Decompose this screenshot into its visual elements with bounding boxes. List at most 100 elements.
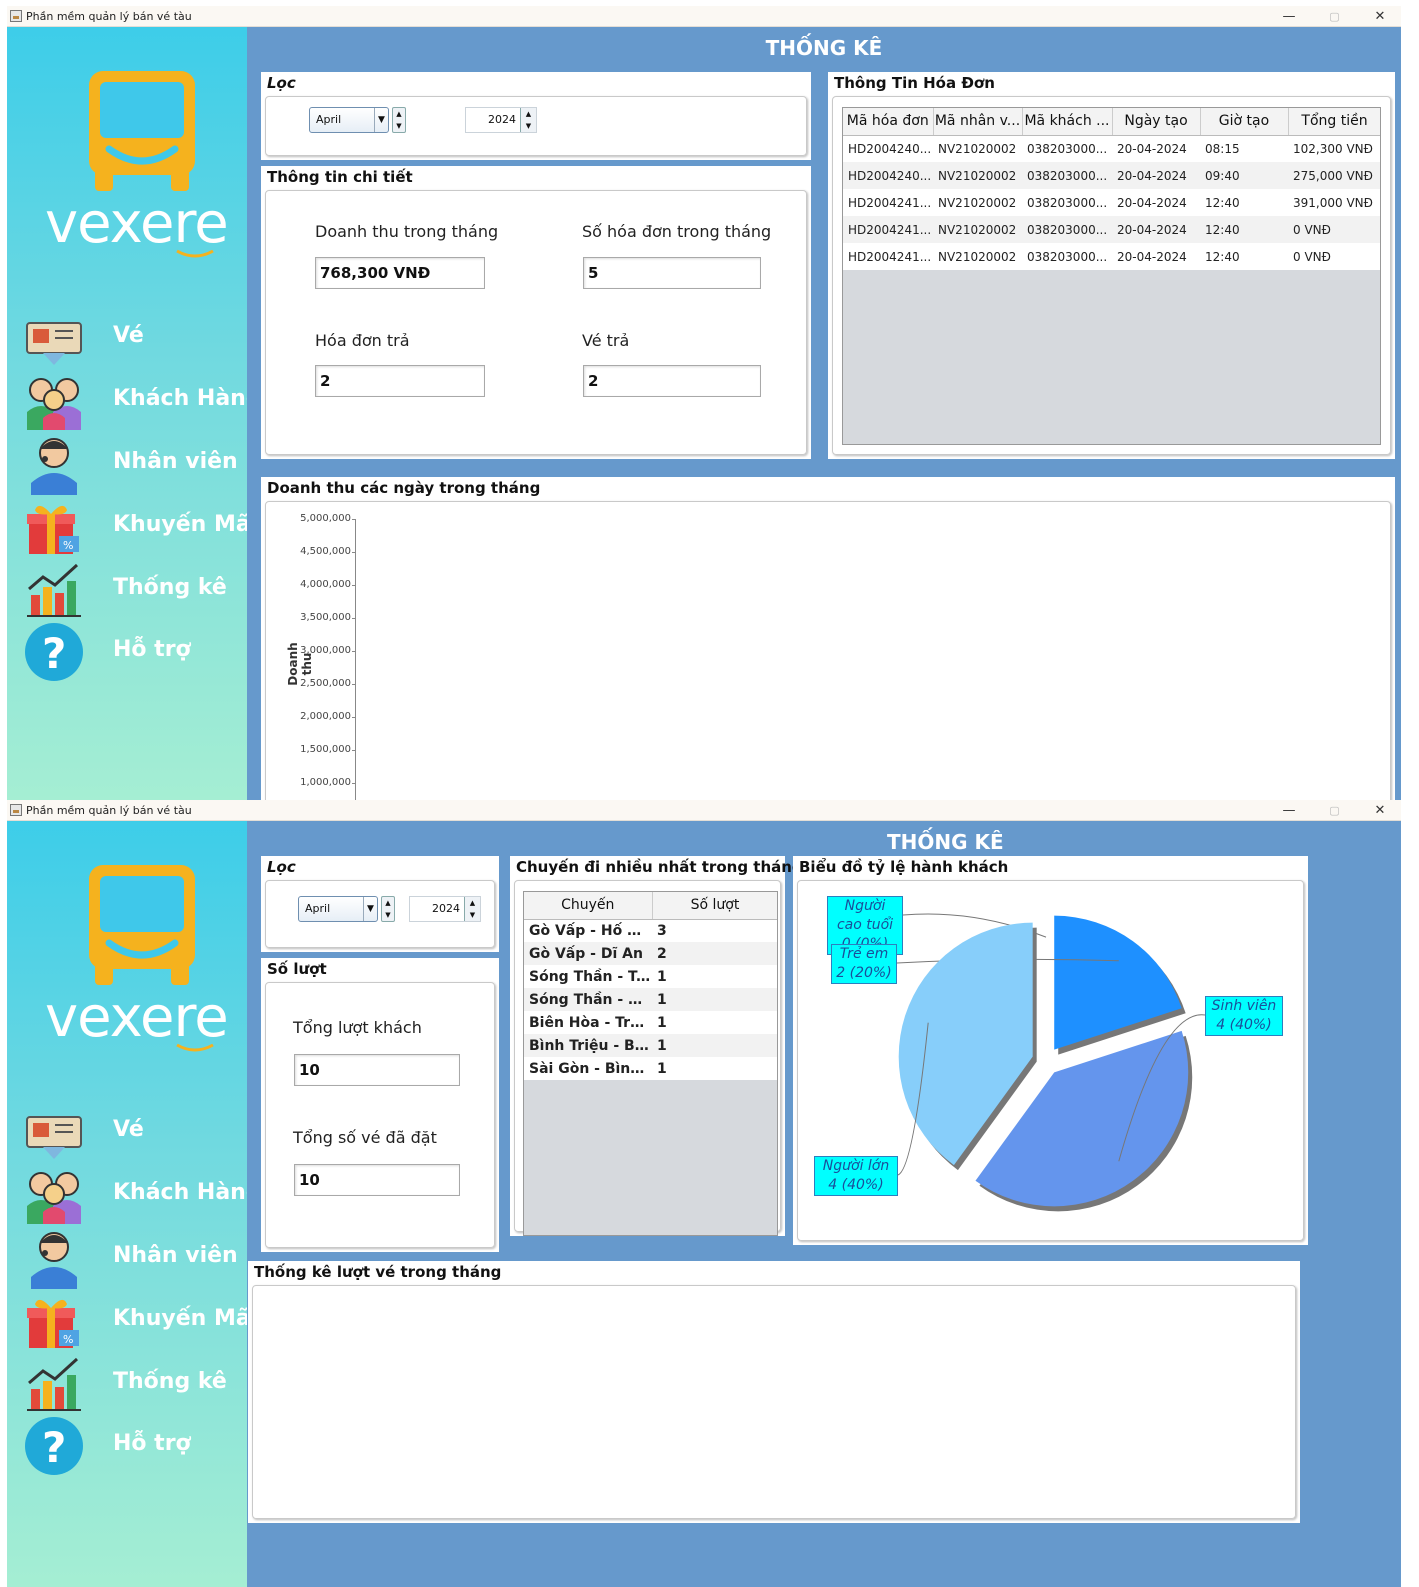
nav-item-thong-ke[interactable]: Thống kê [23,559,251,621]
month-spinner-button[interactable]: ▲ ▼ [392,107,406,133]
title-bar: Phần mềm quản lý bán vé tàu — ▢ ✕ [7,800,1401,821]
table-cell: Sóng Thần - Tr... [529,968,652,985]
table-cell: 20-04-2024 [1112,162,1200,189]
table-row[interactable]: HD2004240... NV21020002 038203000... 20-04-… [843,135,1380,162]
table-row[interactable]: HD2004241... NV21020002 038203000... 20-04-… [843,216,1380,243]
table-row[interactable]: Bình Triệu - Bi... 1 [524,1034,777,1057]
y-tick-mark [352,783,356,784]
y-axis-line [355,519,356,800]
nav-item-ve[interactable]: Vé [23,307,251,369]
table-cell: Biên Hòa - Trả... [529,1014,652,1031]
nav-label: Hỗ trợ [113,1431,191,1456]
invoice-table-wrap: Mã hóa đơn Mã nhân v... Mã khách ... Ngày t… [842,107,1381,445]
table-cell: NV21020002 [933,216,1022,243]
table-row[interactable]: HD2004241... NV21020002 038203000... 20-04-… [843,243,1380,270]
close-button[interactable]: ✕ [1359,800,1401,821]
table-cell: 038203000... [1027,249,1108,264]
pie-slice-4[interactable] [898,922,1033,1166]
nav-item-ho-tro[interactable]: ? Hỗ trợ [23,1415,251,1477]
total-tickets-field[interactable]: 10 [294,1164,460,1196]
brand-logo-text: vexere [45,191,229,256]
table-row[interactable]: HD2004240... NV21020002 038203000... 20-04-… [843,162,1380,189]
ticket-chart-box [252,1285,1296,1519]
ticket-chart-panel: Thống kê lượt vé trong tháng [248,1261,1300,1523]
maximize-button[interactable]: ▢ [1314,6,1356,27]
month-select[interactable]: April ▼ [298,896,378,922]
nav-item-ve[interactable]: Vé [23,1101,251,1163]
window-title: Phần mềm quản lý bán vé tàu [26,804,192,817]
nav-item-nhan-vien[interactable]: Nhân viên [23,433,251,495]
table-row[interactable]: Sóng Thần - Tr... 1 [524,965,777,988]
table-cell: HD2004241... [848,195,932,210]
invoice-column-header[interactable]: Mã nhân v... [933,108,1023,136]
sidebar: vexere Vé Khách Hàng Nhân viên % Khuyến … [7,821,262,1587]
table-cell: 038203000... [1027,195,1108,210]
nav-item-khuyen-mai[interactable]: % Khuyến Mãi [23,1290,258,1352]
table-cell: Sóng Thần - Dĩ... [524,988,652,1011]
table-cell: 12:40 [1205,195,1240,210]
minimize-button[interactable]: — [1268,800,1310,821]
table-row[interactable]: Gò Vấp - Dĩ An 2 [524,942,777,965]
revenue-field[interactable]: 768,300 VNĐ [315,257,485,289]
table-cell: 038203000... [1027,141,1108,156]
nav-item-khuyen-mai[interactable]: % Khuyến Mãi [23,496,258,558]
help-icon: ? [25,1417,83,1475]
svg-text:%: % [63,1333,73,1346]
nav-item-ho-tro[interactable]: ? Hỗ trợ [23,621,251,683]
table-cell: 12:40 [1205,249,1240,264]
month-spinner-button[interactable]: ▲ ▼ [381,896,395,922]
pie-slice-label: Sinh viên 4 (40%) [1205,996,1283,1036]
invoice-panel: Thông Tin Hóa Đơn Mã hóa đơn Mã nhân v...… [828,72,1395,459]
table-cell: 20-04-2024 [1117,249,1187,264]
table-cell: HD2004240... [843,162,933,189]
table-cell: 1 [657,968,667,985]
table-row[interactable]: Biên Hòa - Trả... 1 [524,1011,777,1034]
invoice-count-field[interactable]: 5 [583,257,761,289]
detail-title: Thông tin chi tiết [267,168,413,186]
table-row[interactable]: Sài Gòn - Bình ... 1 [524,1057,777,1080]
table-row[interactable]: HD2004241... NV21020002 038203000... 20-04-… [843,189,1380,216]
table-row[interactable]: Sóng Thần - Dĩ... 1 [524,988,777,1011]
ticket-icon [26,1116,82,1159]
svg-text:?: ? [42,1423,66,1472]
invoice-column-header[interactable]: Giờ tạo [1200,108,1289,136]
invoice-column-header[interactable]: Mã hóa đơn [843,108,934,136]
nav-item-khach-hang[interactable]: Khách Hàng [23,1164,262,1226]
routes-panel: Chuyến đi nhiều nhất trong tháng Chuyến S… [510,856,803,1236]
invoice-column-header[interactable]: Tổng tiền [1288,108,1380,136]
nav-item-thong-ke[interactable]: Thống kê [23,1353,251,1415]
y-tick-mark [352,585,356,586]
spinner-arrows-icon[interactable]: ▲ ▼ [520,108,536,132]
returned-invoice-field[interactable]: 2 [315,365,485,397]
month-select[interactable]: April ▼ [309,107,389,133]
detail-panel: Thông tin chi tiết Doanh thu trong tháng… [261,166,811,459]
pie-slice-label: Trẻ em 2 (20%) [831,944,897,984]
y-tick-label: 4,500,000 [300,546,351,557]
table-row[interactable]: Gò Vấp - Hố Nai 3 [524,919,777,942]
route-column-header[interactable]: Chuyến [524,892,653,920]
y-tick-mark [352,618,356,619]
close-button[interactable]: ✕ [1359,6,1401,27]
y-tick-mark [352,552,356,553]
minimize-button[interactable]: — [1268,6,1310,27]
returned-ticket-field[interactable]: 2 [583,365,761,397]
ticket-icon [26,322,82,365]
spinner-arrows-icon[interactable]: ▲ ▼ [464,897,480,921]
table-cell: 391,000 VNĐ [1293,195,1373,210]
chevron-down-icon[interactable]: ▼ [374,108,388,132]
sidebar: vexere Vé Khách Hàng Nhân viên % Khuyến … [7,27,262,800]
maximize-button[interactable]: ▢ [1314,800,1356,821]
route-column-header[interactable]: Số lượt [652,892,777,920]
year-spinner[interactable]: 2024 ▲ ▼ [465,107,537,133]
year-spinner[interactable]: 2024 ▲ ▼ [409,896,481,922]
invoice-column-header[interactable]: Mã khách ... [1022,108,1113,136]
table-cell: Gò Vấp - Dĩ An [524,942,652,965]
table-cell: 09:40 [1200,162,1288,189]
chevron-down-icon[interactable]: ▼ [363,897,377,921]
revenue-chart-panel: Doanh thu các ngày trong tháng Doanh thu… [261,477,1395,800]
table-cell: 038203000... [1022,162,1112,189]
nav-item-nhan-vien[interactable]: Nhân viên [23,1227,251,1289]
invoice-column-header[interactable]: Ngày tạo [1112,108,1201,136]
total-customers-field[interactable]: 10 [294,1054,460,1086]
nav-item-khach-hang[interactable]: Khách Hàng [23,370,262,432]
